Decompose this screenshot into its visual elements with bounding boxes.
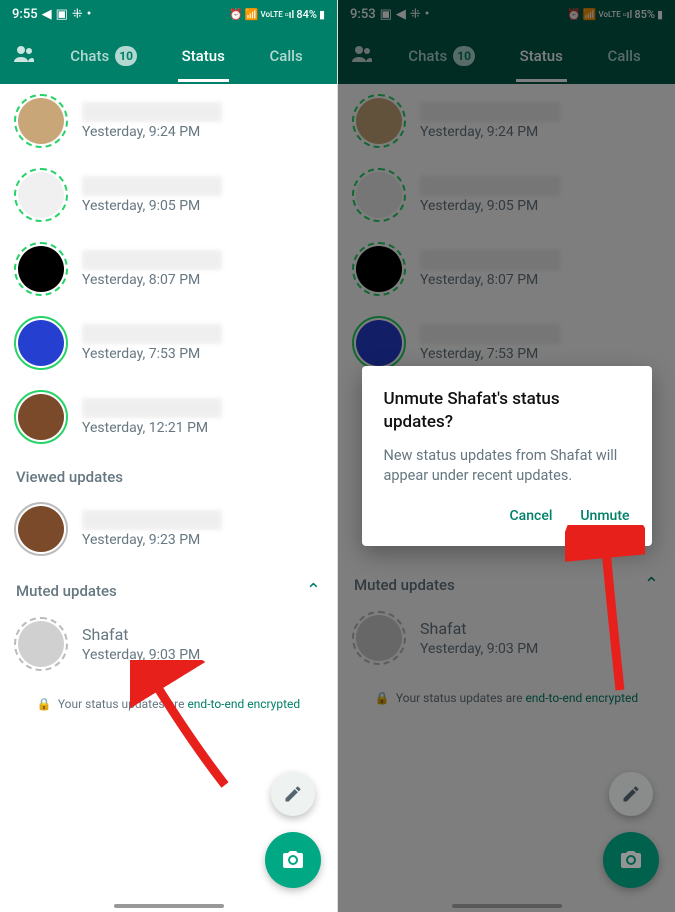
status-name — [82, 510, 222, 530]
dialog-title: Unmute Shafat's status updates? — [384, 388, 630, 434]
status-name — [82, 176, 222, 196]
slack-icon: ⁜ — [72, 7, 83, 22]
phone-left: 9:55 ◀ ▣ ⁜ • ⏰ 📶 VoLTE ▫ıl 84% ▮ Chats 1… — [0, 0, 337, 912]
status-name — [82, 250, 222, 270]
volte-icon: VoLTE — [260, 10, 282, 19]
lock-icon: 🔒 — [37, 697, 52, 711]
alarm-icon: ⏰ — [229, 8, 243, 21]
clock: 9:55 — [12, 7, 38, 22]
encryption-notice: 🔒 Your status updates are end-to-end enc… — [0, 681, 337, 727]
viewed-updates-header[interactable]: Viewed updates — [0, 454, 337, 492]
tab-status[interactable]: Status — [178, 30, 229, 82]
unmute-button[interactable]: Unmute — [580, 508, 629, 524]
status-ring — [14, 502, 68, 556]
more-icon: • — [87, 7, 92, 22]
status-ring — [14, 390, 68, 444]
status-thumbnail — [18, 394, 64, 440]
status-time: Yesterday, 9:23 PM — [82, 532, 323, 548]
camera-fab[interactable] — [265, 832, 321, 888]
status-ring — [14, 242, 68, 296]
status-bar: 9:55 ◀ ▣ ⁜ • ⏰ 📶 VoLTE ▫ıl 84% ▮ — [0, 0, 337, 28]
status-time: Yesterday, 8:07 PM — [82, 272, 323, 288]
battery-text: 84% — [296, 8, 317, 21]
muted-updates-header[interactable]: Muted updates ⌃ — [0, 566, 337, 607]
tab-calls[interactable]: Calls — [265, 30, 306, 82]
chevron-up-icon[interactable]: ⌃ — [306, 580, 321, 601]
status-name: Shafat — [82, 625, 222, 645]
unmute-dialog: Unmute Shafat's status updates? New stat… — [362, 366, 652, 546]
battery-icon: ▮ — [319, 8, 325, 21]
status-item[interactable]: Yesterday, 9:05 PM — [0, 158, 337, 232]
phone-right: 9:53 ▣ ◀ ⁜ • ⏰ 📶 VoLTE ▫ıl 85% ▮ Chats 1… — [338, 0, 675, 912]
status-time: Yesterday, 12:21 PM — [82, 420, 323, 436]
status-time: Yesterday, 7:53 PM — [82, 346, 323, 362]
dialog-body: New status updates from Shafat will appe… — [384, 446, 630, 487]
status-item[interactable]: Yesterday, 7:53 PM — [0, 306, 337, 380]
status-item[interactable]: Yesterday, 9:23 PM — [0, 492, 337, 566]
cancel-button[interactable]: Cancel — [510, 508, 553, 524]
status-time: Yesterday, 9:05 PM — [82, 198, 323, 214]
status-ring — [14, 168, 68, 222]
status-name — [82, 324, 222, 344]
status-ring — [14, 94, 68, 148]
status-item[interactable]: Yesterday, 8:07 PM — [0, 232, 337, 306]
status-time: Yesterday, 9:03 PM — [82, 647, 323, 663]
status-thumbnail — [18, 172, 64, 218]
status-time: Yesterday, 9:24 PM — [82, 124, 323, 140]
status-item[interactable]: Shafat Yesterday, 9:03 PM — [0, 607, 337, 681]
edit-fab[interactable] — [271, 772, 315, 816]
status-item[interactable]: Yesterday, 9:24 PM — [0, 84, 337, 158]
image-icon: ▣ — [56, 7, 68, 22]
signal-icon: ▫ıl — [285, 8, 295, 21]
chats-badge: 10 — [115, 46, 137, 66]
status-item[interactable]: Yesterday, 12:21 PM — [0, 380, 337, 454]
encryption-link[interactable]: end-to-end encrypted — [187, 697, 300, 711]
status-ring — [14, 316, 68, 370]
status-thumbnail — [18, 506, 64, 552]
community-icon[interactable] — [12, 42, 36, 70]
dialog-overlay[interactable]: Unmute Shafat's status updates? New stat… — [338, 0, 675, 912]
home-indicator[interactable] — [114, 904, 224, 908]
status-thumbnail — [18, 320, 64, 366]
tab-chats[interactable]: Chats 10 — [66, 30, 141, 82]
status-ring — [14, 617, 68, 671]
status-name — [82, 398, 222, 418]
telegram-icon: ◀ — [42, 7, 52, 22]
status-thumbnail — [18, 246, 64, 292]
wifi-icon: 📶 — [245, 8, 259, 21]
status-thumbnail — [18, 621, 64, 667]
status-name — [82, 102, 222, 122]
status-thumbnail — [18, 98, 64, 144]
app-header: Chats 10 Status Calls — [0, 28, 337, 84]
